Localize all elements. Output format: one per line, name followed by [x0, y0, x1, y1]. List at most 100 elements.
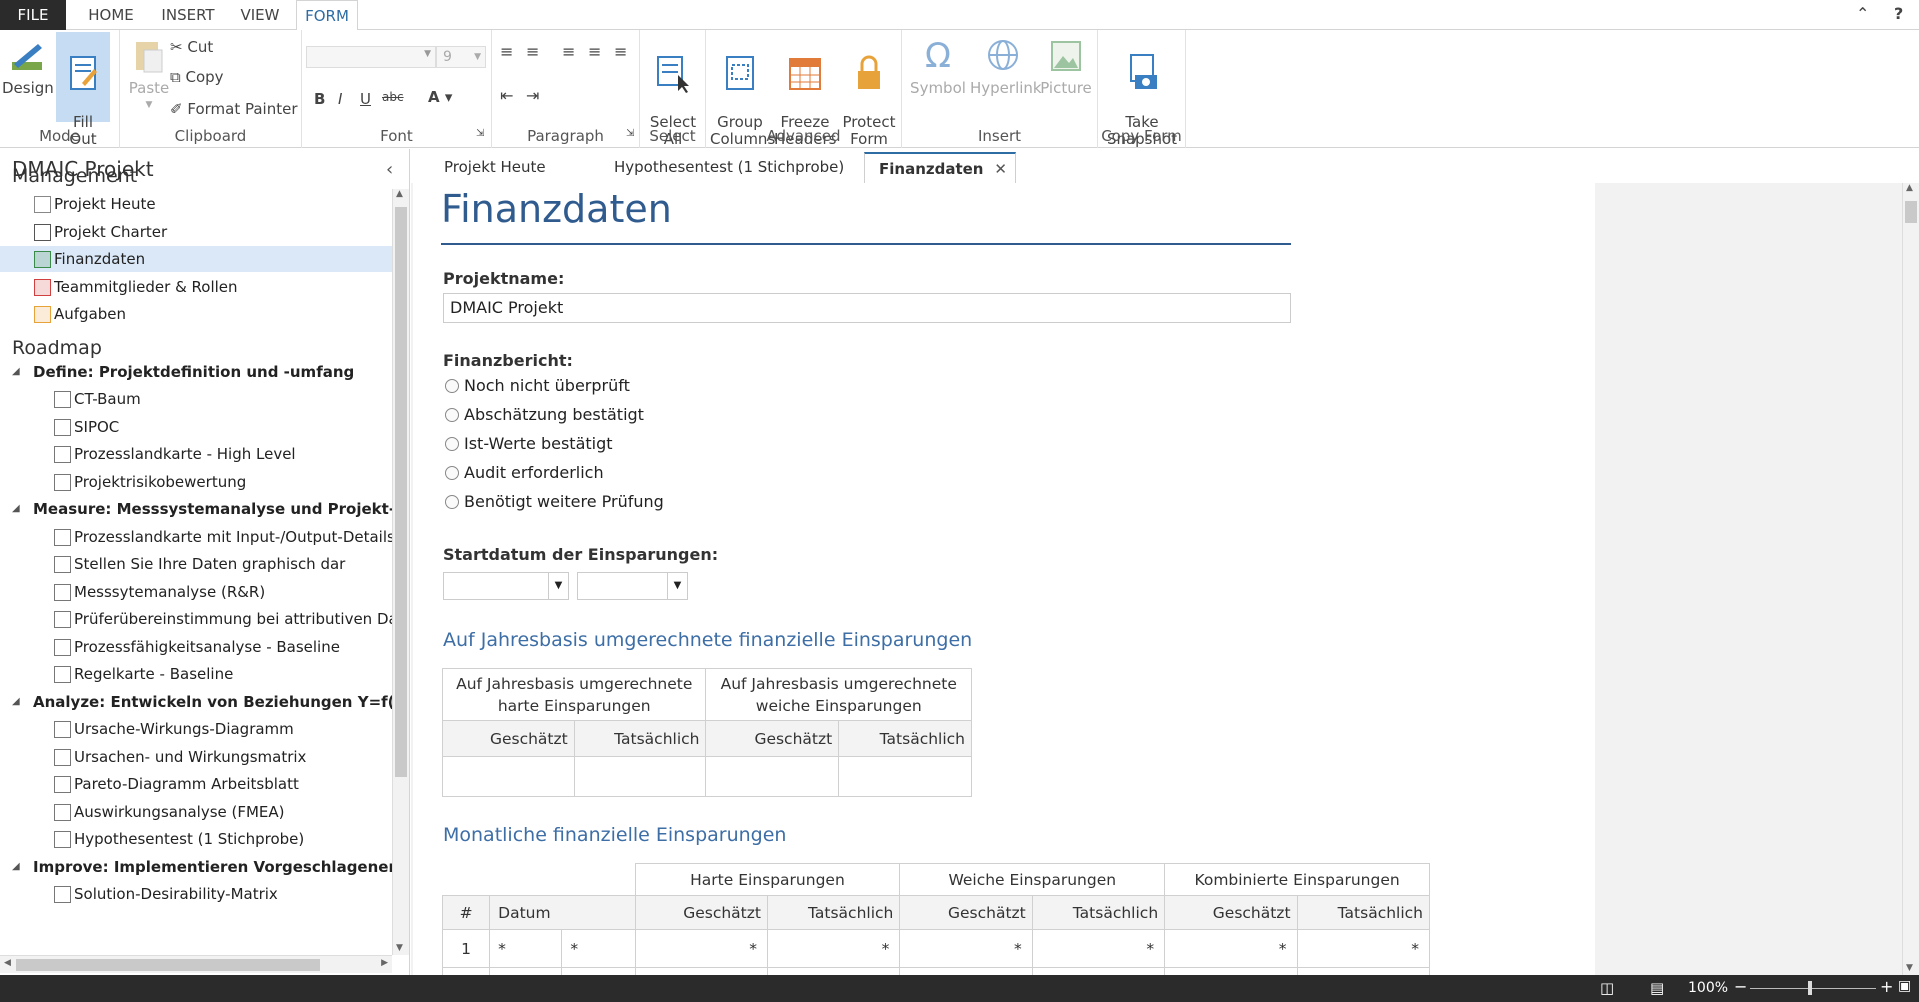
- scroll-thumb[interactable]: [16, 959, 320, 971]
- nav-item[interactable]: Messsytemanalyse (R&R): [0, 579, 392, 605]
- tab-home[interactable]: HOME: [78, 0, 144, 30]
- nav-item[interactable]: Hypothesentest (1 Stichprobe): [0, 826, 392, 852]
- finanzbericht-radio[interactable]: Noch nicht überprüft: [445, 375, 630, 397]
- doc-tab-finanzdaten[interactable]: Finanzdaten ✕: [864, 152, 1016, 183]
- hard-estimated-cell[interactable]: *: [634, 929, 768, 968]
- nav-item[interactable]: Regelkarte - Baseline: [0, 661, 392, 687]
- vertical-scrollbar[interactable]: ▲ ▼: [392, 189, 409, 955]
- scroll-thumb[interactable]: [1905, 201, 1917, 223]
- strikethrough-button[interactable]: abc: [382, 90, 404, 104]
- date-month-cell[interactable]: *: [489, 929, 563, 968]
- normal-view-icon[interactable]: ◫: [1600, 979, 1614, 997]
- nav-item[interactable]: Aufgaben: [0, 301, 392, 327]
- numbered-list-icon[interactable]: ≡: [526, 42, 539, 61]
- indent-increase-icon[interactable]: ⇥: [526, 86, 539, 105]
- font-family-select[interactable]: ▼: [306, 46, 436, 68]
- nav-item[interactable]: Prozessfähigkeitsanalyse - Baseline: [0, 634, 392, 660]
- nav-item[interactable]: Projekt Charter: [0, 219, 392, 245]
- nav-item[interactable]: Stellen Sie Ihre Daten graphisch dar: [0, 551, 392, 577]
- font-size-select[interactable]: 9 ▼: [436, 46, 486, 68]
- hyperlink-button[interactable]: Hyperlink: [970, 36, 1042, 97]
- indent-decrease-icon[interactable]: ⇤: [500, 86, 513, 105]
- doc-tab-projekt-heute[interactable]: Projekt Heute: [430, 152, 560, 183]
- align-right-icon[interactable]: ≡: [614, 42, 627, 61]
- radio-button[interactable]: [445, 495, 459, 509]
- symbol-button[interactable]: Ω Symbol: [908, 36, 968, 97]
- doc-tab-hypothesentest[interactable]: Hypothesentest (1 Stichprobe): [600, 152, 858, 183]
- hard-actual-cell[interactable]: *: [766, 929, 901, 968]
- expand-triangle-icon[interactable]: ◢: [12, 854, 20, 880]
- radio-button[interactable]: [445, 466, 459, 480]
- nav-item[interactable]: Auswirkungsanalyse (FMEA): [0, 799, 392, 825]
- nav-item[interactable]: Finanzdaten: [0, 246, 392, 272]
- roadmap-phase[interactable]: ◢ Improve: Implementieren Vorgeschlagener…: [0, 854, 392, 880]
- date-year-cell[interactable]: *: [561, 929, 636, 968]
- roadmap-phase[interactable]: ◢ Analyze: Entwickeln von Beziehungen Y=f…: [0, 689, 392, 715]
- finanzbericht-radio[interactable]: Benötigt weitere Prüfung: [445, 491, 664, 513]
- nav-item[interactable]: Pareto-Diagramm Arbeitsblatt: [0, 771, 392, 797]
- paste-button[interactable]: Paste ▼: [124, 36, 174, 114]
- roadmap-phase[interactable]: ◢ Measure: Messsystemanalyse und Projekt-…: [0, 496, 392, 522]
- combined-estimated-cell[interactable]: *: [1164, 929, 1298, 968]
- fit-page-icon[interactable]: ▣: [1898, 978, 1911, 994]
- zoom-slider[interactable]: [1750, 988, 1876, 989]
- collapse-pane-icon[interactable]: ‹: [386, 159, 393, 180]
- design-button[interactable]: Design: [2, 36, 54, 97]
- nav-item[interactable]: Teammitglieder & Rollen: [0, 274, 392, 300]
- start-year-select[interactable]: ▼: [577, 572, 688, 600]
- scroll-thumb[interactable]: [395, 207, 407, 777]
- content-vertical-scrollbar[interactable]: ▲ ▼: [1902, 183, 1919, 975]
- paste-dropdown-icon[interactable]: ▼: [124, 97, 174, 114]
- annual-hard-estimated-cell[interactable]: [442, 756, 575, 797]
- nav-item[interactable]: Prozesslandkarte - High Level: [0, 441, 392, 467]
- tab-file[interactable]: FILE: [0, 0, 66, 30]
- projektname-input[interactable]: DMAIC Projekt: [443, 293, 1291, 323]
- radio-button[interactable]: [445, 379, 459, 393]
- expand-triangle-icon[interactable]: ◢: [12, 359, 20, 385]
- start-month-select[interactable]: ▼: [443, 572, 569, 600]
- copy-button[interactable]: ⧉ Copy: [170, 68, 224, 86]
- italic-button[interactable]: I: [338, 90, 342, 108]
- expand-triangle-icon[interactable]: ◢: [12, 496, 20, 522]
- nav-item[interactable]: Solution-Desirability-Matrix: [0, 881, 392, 907]
- nav-item[interactable]: Prüferübereinstimmung bei attributiven D…: [0, 606, 392, 632]
- collapse-ribbon-icon[interactable]: ⌃: [1856, 4, 1869, 23]
- font-color-button[interactable]: A ▾: [428, 88, 452, 106]
- combined-actual-cell[interactable]: *: [1296, 929, 1431, 968]
- roadmap-phase[interactable]: ◢ Define: Projektdefinition und -umfang: [0, 359, 392, 385]
- scroll-right-icon[interactable]: ▶: [381, 958, 388, 968]
- close-icon[interactable]: ✕: [994, 154, 1007, 185]
- nav-item[interactable]: Ursachen- und Wirkungsmatrix: [0, 744, 392, 770]
- expand-triangle-icon[interactable]: ◢: [12, 689, 20, 715]
- format-painter-button[interactable]: ✐ Format Painter: [170, 100, 298, 118]
- picture-button[interactable]: Picture: [1038, 36, 1094, 97]
- tab-form[interactable]: FORM: [296, 0, 358, 31]
- finanzbericht-radio[interactable]: Abschätzung bestätigt: [445, 404, 644, 426]
- annual-soft-estimated-cell[interactable]: [705, 756, 840, 797]
- align-left-icon[interactable]: ≡: [562, 42, 575, 61]
- zoom-slider-thumb[interactable]: [1808, 981, 1812, 995]
- cut-button[interactable]: ✂ Cut: [170, 38, 213, 56]
- zoom-out-icon[interactable]: −: [1734, 977, 1747, 996]
- bullet-list-icon[interactable]: ≡: [500, 42, 513, 61]
- radio-button[interactable]: [445, 437, 459, 451]
- scroll-left-icon[interactable]: ◀: [4, 958, 11, 968]
- zoom-in-icon[interactable]: +: [1880, 977, 1893, 996]
- tab-view[interactable]: VIEW: [232, 0, 288, 30]
- radio-button[interactable]: [445, 408, 459, 422]
- scroll-down-icon[interactable]: ▼: [396, 943, 403, 953]
- help-icon[interactable]: ?: [1894, 4, 1903, 23]
- soft-actual-cell[interactable]: *: [1031, 929, 1166, 968]
- finanzbericht-radio[interactable]: Ist-Werte bestätigt: [445, 433, 613, 455]
- tab-insert[interactable]: INSERT: [153, 0, 223, 30]
- scroll-down-icon[interactable]: ▼: [1906, 963, 1913, 973]
- nav-item[interactable]: Ursache-Wirkungs-Diagramm: [0, 716, 392, 742]
- nav-item[interactable]: CT-Baum: [0, 386, 392, 412]
- horizontal-scrollbar[interactable]: ◀ ▶: [0, 955, 392, 973]
- annual-hard-actual-cell[interactable]: [573, 756, 707, 797]
- scroll-up-icon[interactable]: ▲: [396, 189, 403, 199]
- align-center-icon[interactable]: ≡: [588, 42, 601, 61]
- nav-item[interactable]: SIPOC: [0, 414, 392, 440]
- bold-button[interactable]: B: [314, 90, 325, 108]
- soft-estimated-cell[interactable]: *: [899, 929, 1033, 968]
